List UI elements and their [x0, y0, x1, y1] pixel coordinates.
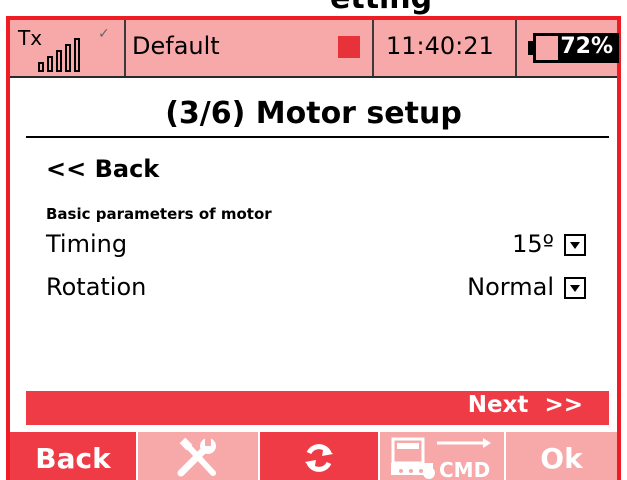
partial-heading-text: etting: [330, 0, 432, 16]
cmd-label: CMD: [439, 458, 490, 480]
rotation-value[interactable]: Normal: [467, 273, 554, 301]
title-strip-partial: etting: [0, 0, 627, 16]
softkey-tools[interactable]: [138, 432, 258, 480]
timing-value[interactable]: 15º: [512, 230, 554, 258]
tools-icon: [177, 437, 216, 477]
battery-indicator: 72%: [528, 33, 619, 63]
softkey-ok[interactable]: Ok: [506, 432, 617, 480]
section-heading: Basic parameters of motor: [46, 205, 272, 223]
transmitter-screen: Tx ✓ Default 11:40:21 72% (3/6) Motor se…: [6, 16, 621, 480]
check-icon: ✓: [98, 26, 110, 42]
refresh-icon: [305, 444, 333, 472]
battery-percent: 72%: [560, 34, 613, 59]
rotation-label: Rotation: [46, 273, 147, 301]
model-name[interactable]: Default: [132, 32, 220, 60]
next-button[interactable]: Next >>: [26, 391, 609, 425]
next-label: Next >>: [467, 392, 583, 418]
status-bar: Tx ✓ Default 11:40:21 72%: [10, 20, 619, 78]
clock-time: 11:40:21: [386, 32, 494, 60]
page-title: (3/6) Motor setup: [165, 96, 462, 131]
dropdown-arrow-icon[interactable]: [564, 234, 586, 256]
battery-empty-portion: [536, 36, 558, 60]
timing-label: Timing: [46, 230, 128, 258]
status-divider: [515, 20, 517, 76]
cmd-icon: CMD: [391, 437, 491, 480]
back-link[interactable]: << Back: [46, 155, 159, 183]
softkey-cmd[interactable]: CMD: [380, 432, 504, 480]
softkey-ok-label: Ok: [540, 441, 583, 475]
status-divider: [372, 20, 374, 76]
timing-row[interactable]: Timing 15º: [46, 230, 586, 264]
title-divider: [26, 136, 609, 138]
battery-terminal: [528, 41, 533, 55]
softkey-refresh[interactable]: [260, 432, 378, 480]
status-divider: [124, 20, 126, 76]
softkey-back-label: Back: [35, 441, 111, 475]
record-indicator: [338, 36, 360, 58]
dropdown-arrow-icon[interactable]: [564, 277, 586, 299]
softkey-back[interactable]: Back: [10, 432, 136, 480]
rotation-row[interactable]: Rotation Normal: [46, 273, 586, 307]
softkey-bar: Back CMD Ok: [10, 432, 617, 480]
